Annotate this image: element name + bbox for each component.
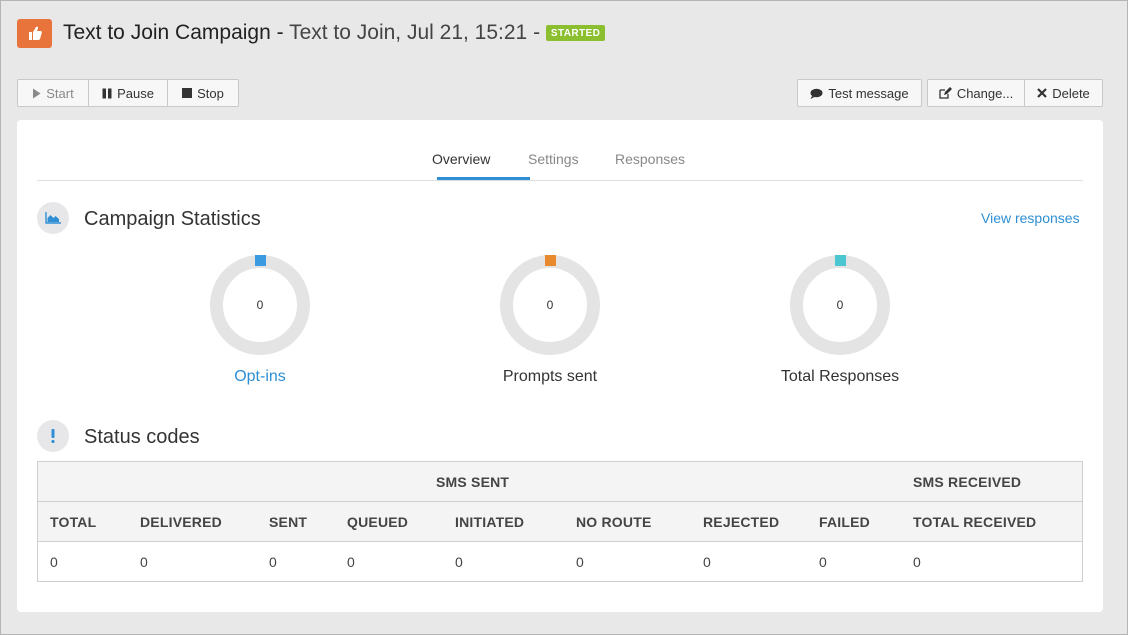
column-header-initiated: INITIATED xyxy=(455,514,525,530)
area-chart-icon xyxy=(37,202,69,234)
total-responses-label: Total Responses xyxy=(780,368,900,385)
active-tab-indicator xyxy=(437,177,530,180)
campaign-name: Text to Join Campaign xyxy=(63,21,271,44)
test-message-label: Test message xyxy=(828,85,909,101)
close-icon xyxy=(1037,88,1047,98)
status-badge: STARTED xyxy=(545,25,606,41)
prompts-sent-value: 0 xyxy=(546,298,554,312)
cell-initiated: 0 xyxy=(455,554,463,570)
column-header-rejected: REJECTED xyxy=(703,514,780,530)
cell-rejected: 0 xyxy=(703,554,711,570)
view-responses-link[interactable]: View responses xyxy=(981,210,1080,226)
table-group-header-row: SMS SENT SMS RECEIVED xyxy=(38,462,1082,502)
pause-label: Pause xyxy=(117,85,154,101)
cell-delivered: 0 xyxy=(140,554,148,570)
tab-settings[interactable]: Settings xyxy=(528,151,579,167)
tab-bar: Overview Settings Responses xyxy=(37,120,1083,181)
stat-opt-ins: 0 Opt-ins xyxy=(185,250,335,390)
test-message-button[interactable]: Test message xyxy=(797,79,922,107)
delete-button[interactable]: Delete xyxy=(1024,79,1103,107)
stop-icon xyxy=(182,88,193,98)
thumbs-up-icon xyxy=(17,19,52,48)
pause-button[interactable]: Pause xyxy=(88,79,168,107)
status-codes-title: Status codes xyxy=(84,426,200,448)
stat-prompts-sent: 0 Prompts sent xyxy=(475,250,625,390)
column-header-queued: QUEUED xyxy=(347,514,409,530)
opt-ins-value: 0 xyxy=(256,298,264,312)
main-card: Overview Settings Responses Campaign Sta… xyxy=(17,120,1103,612)
cell-sent: 0 xyxy=(269,554,277,570)
stop-button[interactable]: Stop xyxy=(167,79,239,107)
total-responses-value: 0 xyxy=(836,298,844,312)
speech-bubble-icon xyxy=(810,88,823,99)
column-header-failed: FAILED xyxy=(819,514,870,530)
column-header-delivered: DELIVERED xyxy=(140,514,222,530)
campaign-subtitle: Text to Join, Jul 21, 15:21 xyxy=(289,21,528,44)
opt-ins-marker xyxy=(255,255,266,266)
cell-queued: 0 xyxy=(347,554,355,570)
opt-ins-link[interactable]: Opt-ins xyxy=(185,368,335,386)
delete-label: Delete xyxy=(1052,85,1090,101)
table-row: 0 0 0 0 0 0 0 0 0 xyxy=(38,542,1082,581)
title-separator-2: - xyxy=(527,21,546,44)
tab-responses[interactable]: Responses xyxy=(615,151,685,167)
table-header-row: TOTAL DELIVERED SENT QUEUED INITIATED NO… xyxy=(38,502,1082,542)
tab-overview[interactable]: Overview xyxy=(432,151,490,167)
stat-total-responses: 0 Total Responses xyxy=(765,250,915,390)
column-header-total: TOTAL xyxy=(50,514,97,530)
total-responses-marker xyxy=(835,255,846,266)
sms-sent-group-header: SMS SENT xyxy=(436,474,510,490)
edit-icon xyxy=(939,87,952,99)
column-header-sent: SENT xyxy=(269,514,308,530)
stop-label: Stop xyxy=(197,85,224,101)
campaign-statistics-title: Campaign Statistics xyxy=(84,208,261,230)
cell-failed: 0 xyxy=(819,554,827,570)
status-codes-table: SMS SENT SMS RECEIVED TOTAL DELIVERED SE… xyxy=(37,461,1083,582)
title-separator: - xyxy=(270,21,290,44)
pause-icon xyxy=(102,88,112,98)
cell-no-route: 0 xyxy=(576,554,584,570)
start-button[interactable]: Start xyxy=(17,79,89,107)
change-button[interactable]: Change... xyxy=(927,79,1025,107)
play-icon xyxy=(33,88,41,98)
change-label: Change... xyxy=(956,85,1014,101)
prompts-sent-label: Prompts sent xyxy=(502,368,598,385)
cell-total-received: 0 xyxy=(913,554,921,570)
column-header-total-received: TOTAL RECEIVED xyxy=(913,514,1037,530)
prompts-sent-marker xyxy=(545,255,556,266)
sms-received-group-header: SMS RECEIVED xyxy=(913,474,1022,490)
page-title: Text to Join Campaign - Text to Join, Ju… xyxy=(63,20,606,46)
column-header-no-route: NO ROUTE xyxy=(576,514,652,530)
exclamation-icon xyxy=(37,420,69,452)
start-label: Start xyxy=(46,85,74,101)
cell-total: 0 xyxy=(50,554,58,570)
